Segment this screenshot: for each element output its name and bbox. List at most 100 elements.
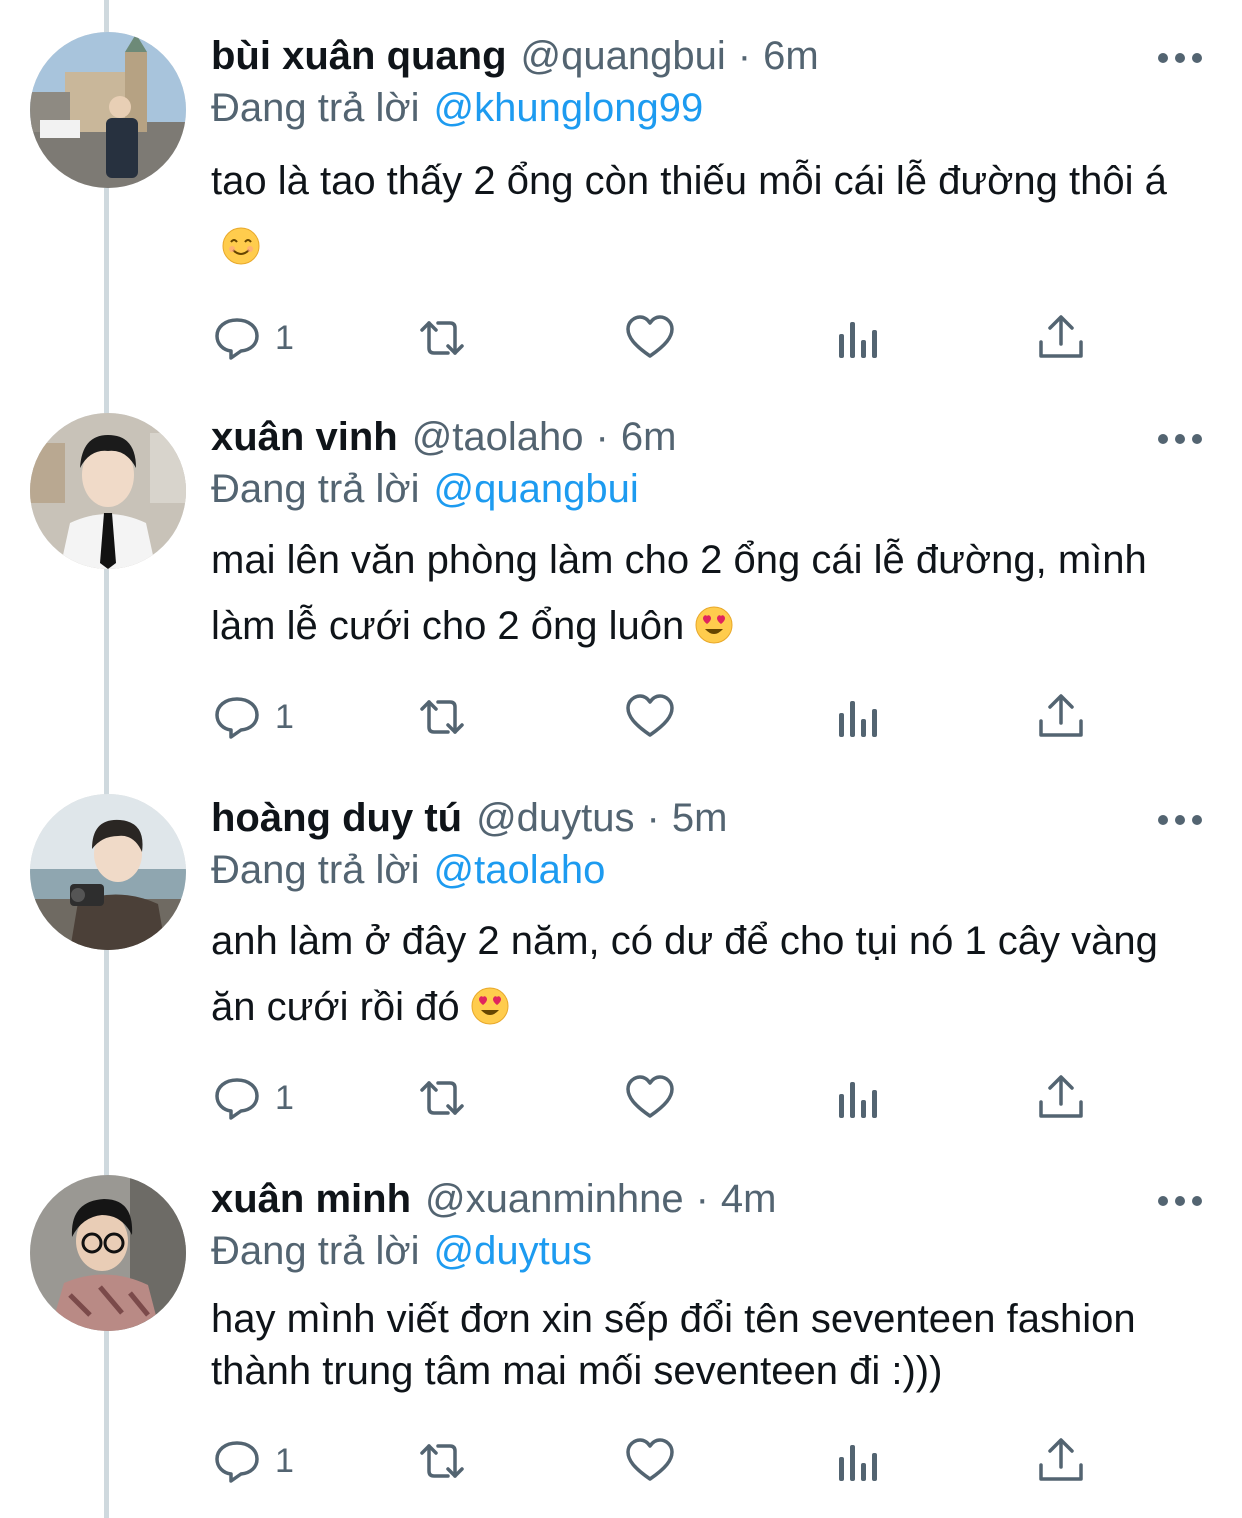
retweet-button[interactable]: [416, 1070, 468, 1126]
avatar[interactable]: [30, 794, 186, 950]
mention-link[interactable]: @taolaho: [434, 848, 606, 892]
reply-count: 1: [275, 318, 294, 357]
user-handle[interactable]: @quangbui: [521, 34, 726, 79]
share-icon: [1039, 315, 1083, 358]
tweet-actions: 1: [211, 1433, 1111, 1489]
reply-button[interactable]: 1: [211, 689, 294, 745]
tweet-text: tao là tao thấy 2 ổng còn thiếu mỗi cái …: [211, 148, 1201, 280]
timestamp[interactable]: 6m: [763, 34, 819, 79]
analytics-button[interactable]: [833, 1433, 885, 1489]
retweet-icon: [420, 321, 464, 355]
analytics-icon: [839, 1082, 877, 1118]
retweet-button[interactable]: [416, 1433, 468, 1489]
display-name[interactable]: xuân minh: [211, 1177, 411, 1222]
analytics-button[interactable]: [833, 310, 885, 366]
tweet-header: xuân vinh @taolaho · 6m: [211, 415, 676, 465]
more-options-icon[interactable]: [1158, 50, 1202, 66]
reply-button[interactable]: 1: [211, 1070, 294, 1126]
analytics-button[interactable]: [833, 1070, 885, 1126]
tweet-text: hay mình viết đơn xin sếp đổi tên sevent…: [211, 1293, 1201, 1397]
mention-link[interactable]: @khunglong99: [434, 86, 704, 130]
timestamp[interactable]: 4m: [721, 1177, 777, 1222]
reply-count: 1: [275, 1441, 294, 1480]
more-options-icon[interactable]: [1158, 431, 1202, 447]
display-name[interactable]: bùi xuân quang: [211, 34, 507, 79]
replying-to: Đang trả lời @taolaho: [211, 848, 605, 893]
avatar-photo: [30, 1175, 186, 1331]
analytics-button[interactable]: [833, 689, 885, 745]
share-button[interactable]: [1035, 310, 1087, 366]
replying-to: Đang trả lời @quangbui: [211, 467, 639, 512]
retweet-icon: [420, 700, 464, 734]
share-button[interactable]: [1035, 689, 1087, 745]
reply-icon: [215, 697, 259, 739]
analytics-icon: [839, 701, 877, 737]
heart-eyes-icon: [695, 606, 733, 644]
like-button[interactable]: [624, 310, 676, 366]
reply-icon: [215, 1078, 259, 1120]
heart-icon: [626, 1075, 674, 1118]
timestamp[interactable]: 5m: [672, 796, 728, 841]
smiling-face-icon: [222, 227, 260, 265]
avatar[interactable]: [30, 32, 186, 188]
analytics-icon: [839, 1445, 877, 1481]
like-button[interactable]: [624, 1070, 676, 1126]
tweet-text-content: hay mình viết đơn xin sếp đổi tên sevent…: [211, 1297, 1136, 1393]
like-button[interactable]: [624, 1433, 676, 1489]
replying-to-label: Đang trả lời: [211, 1229, 420, 1273]
replying-to-label: Đang trả lời: [211, 848, 420, 892]
share-icon: [1039, 1438, 1083, 1481]
heart-eyes-icon: [471, 987, 509, 1025]
tweet-header: hoàng duy tú @duytus · 5m: [211, 796, 727, 846]
avatar-photo: [30, 413, 186, 569]
reply-count: 1: [275, 1078, 294, 1117]
reply-icon: [215, 1441, 259, 1483]
heart-icon: [626, 315, 674, 358]
reply-button[interactable]: 1: [211, 310, 294, 366]
tweet-text-content: mai lên văn phòng làm cho 2 ổng cái lễ đ…: [211, 538, 1147, 648]
share-icon: [1039, 1075, 1083, 1118]
replying-to: Đang trả lời @duytus: [211, 1229, 592, 1274]
avatar-photo: [30, 32, 186, 188]
separator-dot: ·: [646, 796, 660, 840]
avatar-photo: [30, 794, 186, 950]
display-name[interactable]: hoàng duy tú: [211, 796, 462, 841]
tweet-text: mai lên văn phòng làm cho 2 ổng cái lễ đ…: [211, 527, 1201, 659]
user-handle[interactable]: @duytus: [476, 796, 634, 841]
like-button[interactable]: [624, 689, 676, 745]
replying-to-label: Đang trả lời: [211, 467, 420, 511]
tweet-text-content: tao là tao thấy 2 ổng còn thiếu mỗi cái …: [211, 159, 1167, 203]
retweet-button[interactable]: [416, 689, 468, 745]
user-handle[interactable]: @taolaho: [412, 415, 584, 460]
tweet-text: anh làm ở đây 2 năm, có dư để cho tụi nó…: [211, 908, 1201, 1040]
share-button[interactable]: [1035, 1070, 1087, 1126]
analytics-icon: [839, 322, 877, 358]
reply-icon: [215, 318, 259, 360]
more-options-icon[interactable]: [1158, 1193, 1202, 1209]
share-icon: [1039, 694, 1083, 737]
reply-button[interactable]: 1: [211, 1433, 294, 1489]
tweet-actions: 1: [211, 689, 1111, 745]
retweet-icon: [420, 1444, 464, 1478]
share-button[interactable]: [1035, 1433, 1087, 1489]
mention-link[interactable]: @duytus: [434, 1229, 592, 1273]
separator-dot: ·: [695, 1177, 709, 1221]
reply-count: 1: [275, 697, 294, 736]
retweet-button[interactable]: [416, 310, 468, 366]
retweet-icon: [420, 1081, 464, 1115]
heart-icon: [626, 694, 674, 737]
replying-to-label: Đang trả lời: [211, 86, 420, 130]
tweet-text-content: anh làm ở đây 2 năm, có dư để cho tụi nó…: [211, 919, 1158, 1029]
more-options-icon[interactable]: [1158, 812, 1202, 828]
user-handle[interactable]: @xuanminhne: [425, 1177, 684, 1222]
tweet-header: bùi xuân quang @quangbui · 6m: [211, 34, 819, 84]
avatar[interactable]: [30, 1175, 186, 1331]
timestamp[interactable]: 6m: [621, 415, 677, 460]
tweet-actions: 1: [211, 310, 1111, 366]
avatar[interactable]: [30, 413, 186, 569]
replying-to: Đang trả lời @khunglong99: [211, 86, 703, 131]
tweet-actions: 1: [211, 1070, 1111, 1126]
mention-link[interactable]: @quangbui: [434, 467, 639, 511]
heart-icon: [626, 1438, 674, 1481]
display-name[interactable]: xuân vinh: [211, 415, 398, 460]
